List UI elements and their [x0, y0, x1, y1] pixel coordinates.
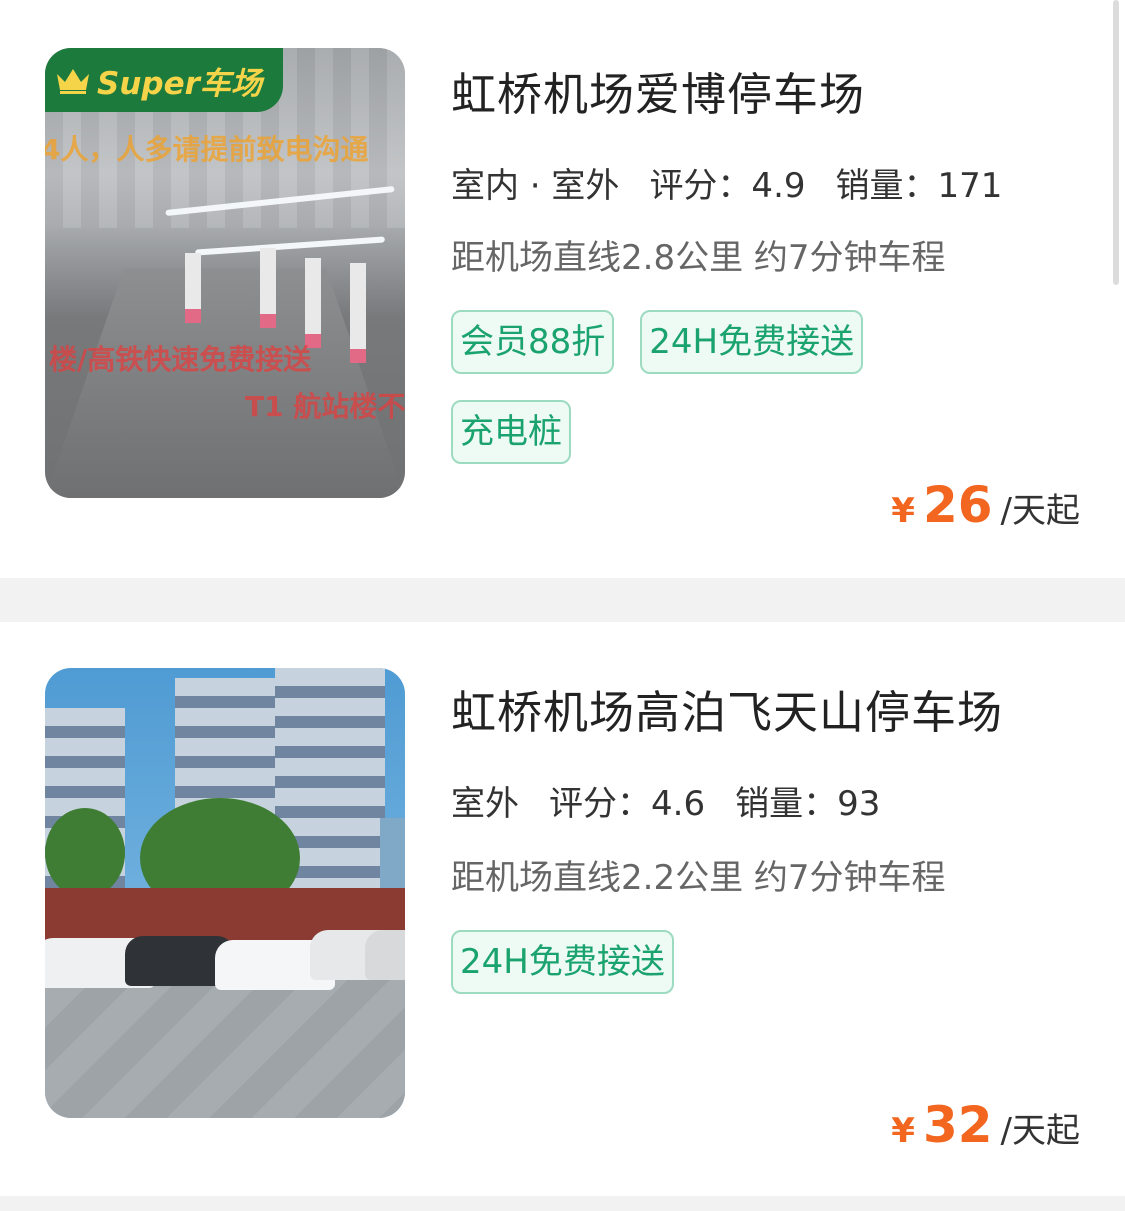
price: ¥ 26 /天起	[891, 476, 1080, 534]
garage-pillar	[185, 253, 201, 323]
garage-pillar	[305, 258, 321, 348]
price-amount: 32	[922, 1096, 993, 1154]
tag-charging: 充电桩	[451, 400, 571, 464]
price-unit: /天起	[1000, 1111, 1080, 1151]
photo-overlay-text: 4人，人多请提前致电沟通	[45, 133, 369, 166]
tag-free-shuttle: 24H免费接送	[451, 930, 674, 994]
parking-meta: 室外 评分：4.6 销量：93	[449, 776, 910, 829]
parking-photo[interactable]: 4人，人多请提前致电沟通 楼/高铁快速免费接送 T1 航站楼不 Super车场	[45, 48, 405, 498]
photo-overlay-text: 楼/高铁快速免费接送	[49, 343, 312, 376]
parking-meta: 室内 · 室外 评分：4.9 销量：171	[448, 158, 1032, 211]
parked-car	[365, 930, 405, 980]
price-unit: /天起	[1000, 491, 1080, 531]
currency-symbol: ¥	[891, 1111, 915, 1151]
tag-list: 会员88折 24H免费接送 充电桩	[451, 310, 911, 464]
garage-pillar	[350, 263, 366, 363]
tag-member-discount: 会员88折	[451, 310, 615, 374]
environment-label: 室内 · 室外	[448, 158, 622, 211]
scrollbar[interactable]	[1113, 0, 1119, 285]
building	[380, 818, 405, 898]
distance-info: 距机场直线2.2公里 约7分钟车程	[451, 858, 946, 898]
environment-label: 室外	[449, 776, 521, 829]
parking-card[interactable]: 4人，人多请提前致电沟通 楼/高铁快速免费接送 T1 航站楼不 Super车场 …	[0, 0, 1125, 578]
price-amount: 26	[922, 476, 993, 534]
ceiling-light	[195, 236, 385, 256]
super-parking-badge: Super车场	[45, 48, 283, 112]
currency-symbol: ¥	[891, 491, 915, 531]
photo-overlay-text: T1 航站楼不	[245, 390, 405, 423]
parking-list: 4人，人多请提前致电沟通 楼/高铁快速免费接送 T1 航站楼不 Super车场 …	[0, 0, 1125, 1211]
badge-label: Super车场	[97, 65, 262, 102]
rating-label: 评分：4.9	[649, 166, 806, 206]
parking-photo[interactable]	[45, 668, 405, 1118]
rating-label: 评分：4.6	[549, 784, 706, 824]
sales-label: 销量：93	[735, 784, 881, 824]
crown-icon	[57, 69, 89, 94]
sales-label: 销量：171	[835, 166, 1003, 206]
tag-list: 24H免费接送	[451, 930, 911, 994]
garage-pillar	[260, 248, 276, 328]
parking-card[interactable]: 虹桥机场高泊飞天山停车场 室外 评分：4.6 销量：93 距机场直线2.2公里 …	[0, 622, 1125, 1196]
tag-free-shuttle: 24H免费接送	[640, 310, 864, 374]
price: ¥ 32 /天起	[891, 1096, 1080, 1154]
parking-name[interactable]: 虹桥机场爱博停车场	[451, 58, 865, 123]
distance-info: 距机场直线2.8公里 约7分钟车程	[451, 238, 946, 278]
tree	[45, 808, 125, 898]
parking-name[interactable]: 虹桥机场高泊飞天山停车场	[451, 676, 1003, 741]
